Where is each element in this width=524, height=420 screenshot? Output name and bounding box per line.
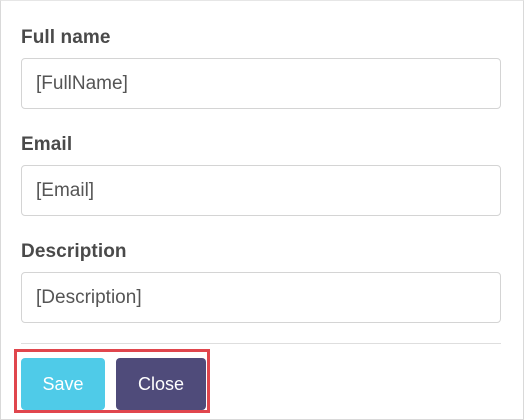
email-label: Email bbox=[21, 134, 73, 155]
close-button[interactable]: Close bbox=[116, 358, 206, 410]
description-input[interactable] bbox=[21, 272, 501, 323]
form-panel: Full name Email Description Save Close bbox=[0, 0, 524, 420]
form-divider bbox=[21, 343, 501, 344]
save-button[interactable]: Save bbox=[21, 358, 105, 410]
description-label: Description bbox=[21, 241, 127, 262]
full-name-label: Full name bbox=[21, 27, 111, 48]
full-name-input[interactable] bbox=[21, 58, 501, 109]
action-buttons-highlight: Save Close bbox=[14, 349, 210, 413]
email-input[interactable] bbox=[21, 165, 501, 216]
